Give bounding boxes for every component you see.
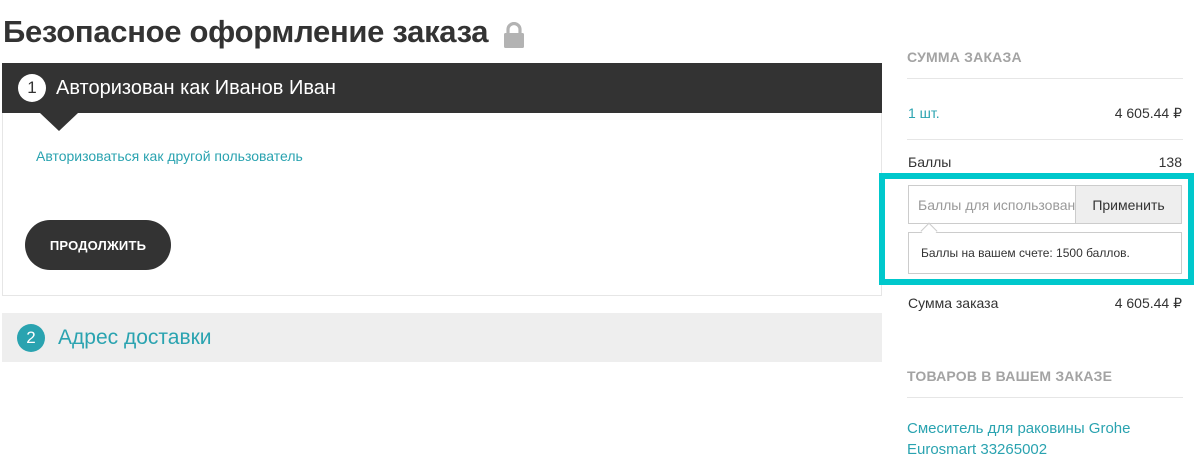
summary-points-row: Баллы 138	[908, 154, 1182, 170]
summary-qty-value: 4 605.44 ₽	[1114, 105, 1182, 121]
step2-header[interactable]: 2 Адрес доставки	[2, 313, 882, 362]
step1-arrow	[40, 113, 78, 131]
product-link[interactable]: Смеситель для раковины Grohe Eurosmart 3…	[907, 418, 1167, 460]
summary-points-value: 138	[1158, 154, 1182, 170]
points-highlight-box	[879, 173, 1194, 285]
summary-qty-label: 1 шт.	[908, 105, 940, 121]
summary-total-value: 4 605.44 ₽	[1114, 295, 1182, 311]
divider	[907, 139, 1183, 140]
order-summary-title: СУММА ЗАКАЗА	[907, 49, 1022, 65]
step1-header: 1 Авторизован как Иванов Иван	[2, 63, 882, 113]
page-title: Безопасное оформление заказа	[3, 14, 526, 50]
order-items-title: ТОВАРОВ В ВАШЕМ ЗАКАЗЕ	[907, 368, 1113, 384]
page-title-text: Безопасное оформление заказа	[3, 14, 489, 49]
login-other-user-link[interactable]: Авторизоваться как другой пользователь	[36, 148, 303, 164]
summary-qty-row: 1 шт. 4 605.44 ₽	[908, 105, 1182, 122]
divider	[907, 397, 1183, 398]
divider	[907, 78, 1183, 79]
summary-total-label: Сумма заказа	[908, 295, 999, 311]
step2-title: Адрес доставки	[58, 325, 212, 349]
step2-number: 2	[17, 323, 45, 352]
summary-points-label: Баллы	[908, 154, 952, 170]
step1-number: 1	[18, 74, 46, 102]
continue-button[interactable]: ПРОДОЛЖИТЬ	[25, 220, 171, 270]
lock-icon	[502, 20, 526, 48]
summary-total-row: Сумма заказа 4 605.44 ₽	[908, 295, 1182, 312]
step1-title: Авторизован как Иванов Иван	[56, 76, 336, 99]
